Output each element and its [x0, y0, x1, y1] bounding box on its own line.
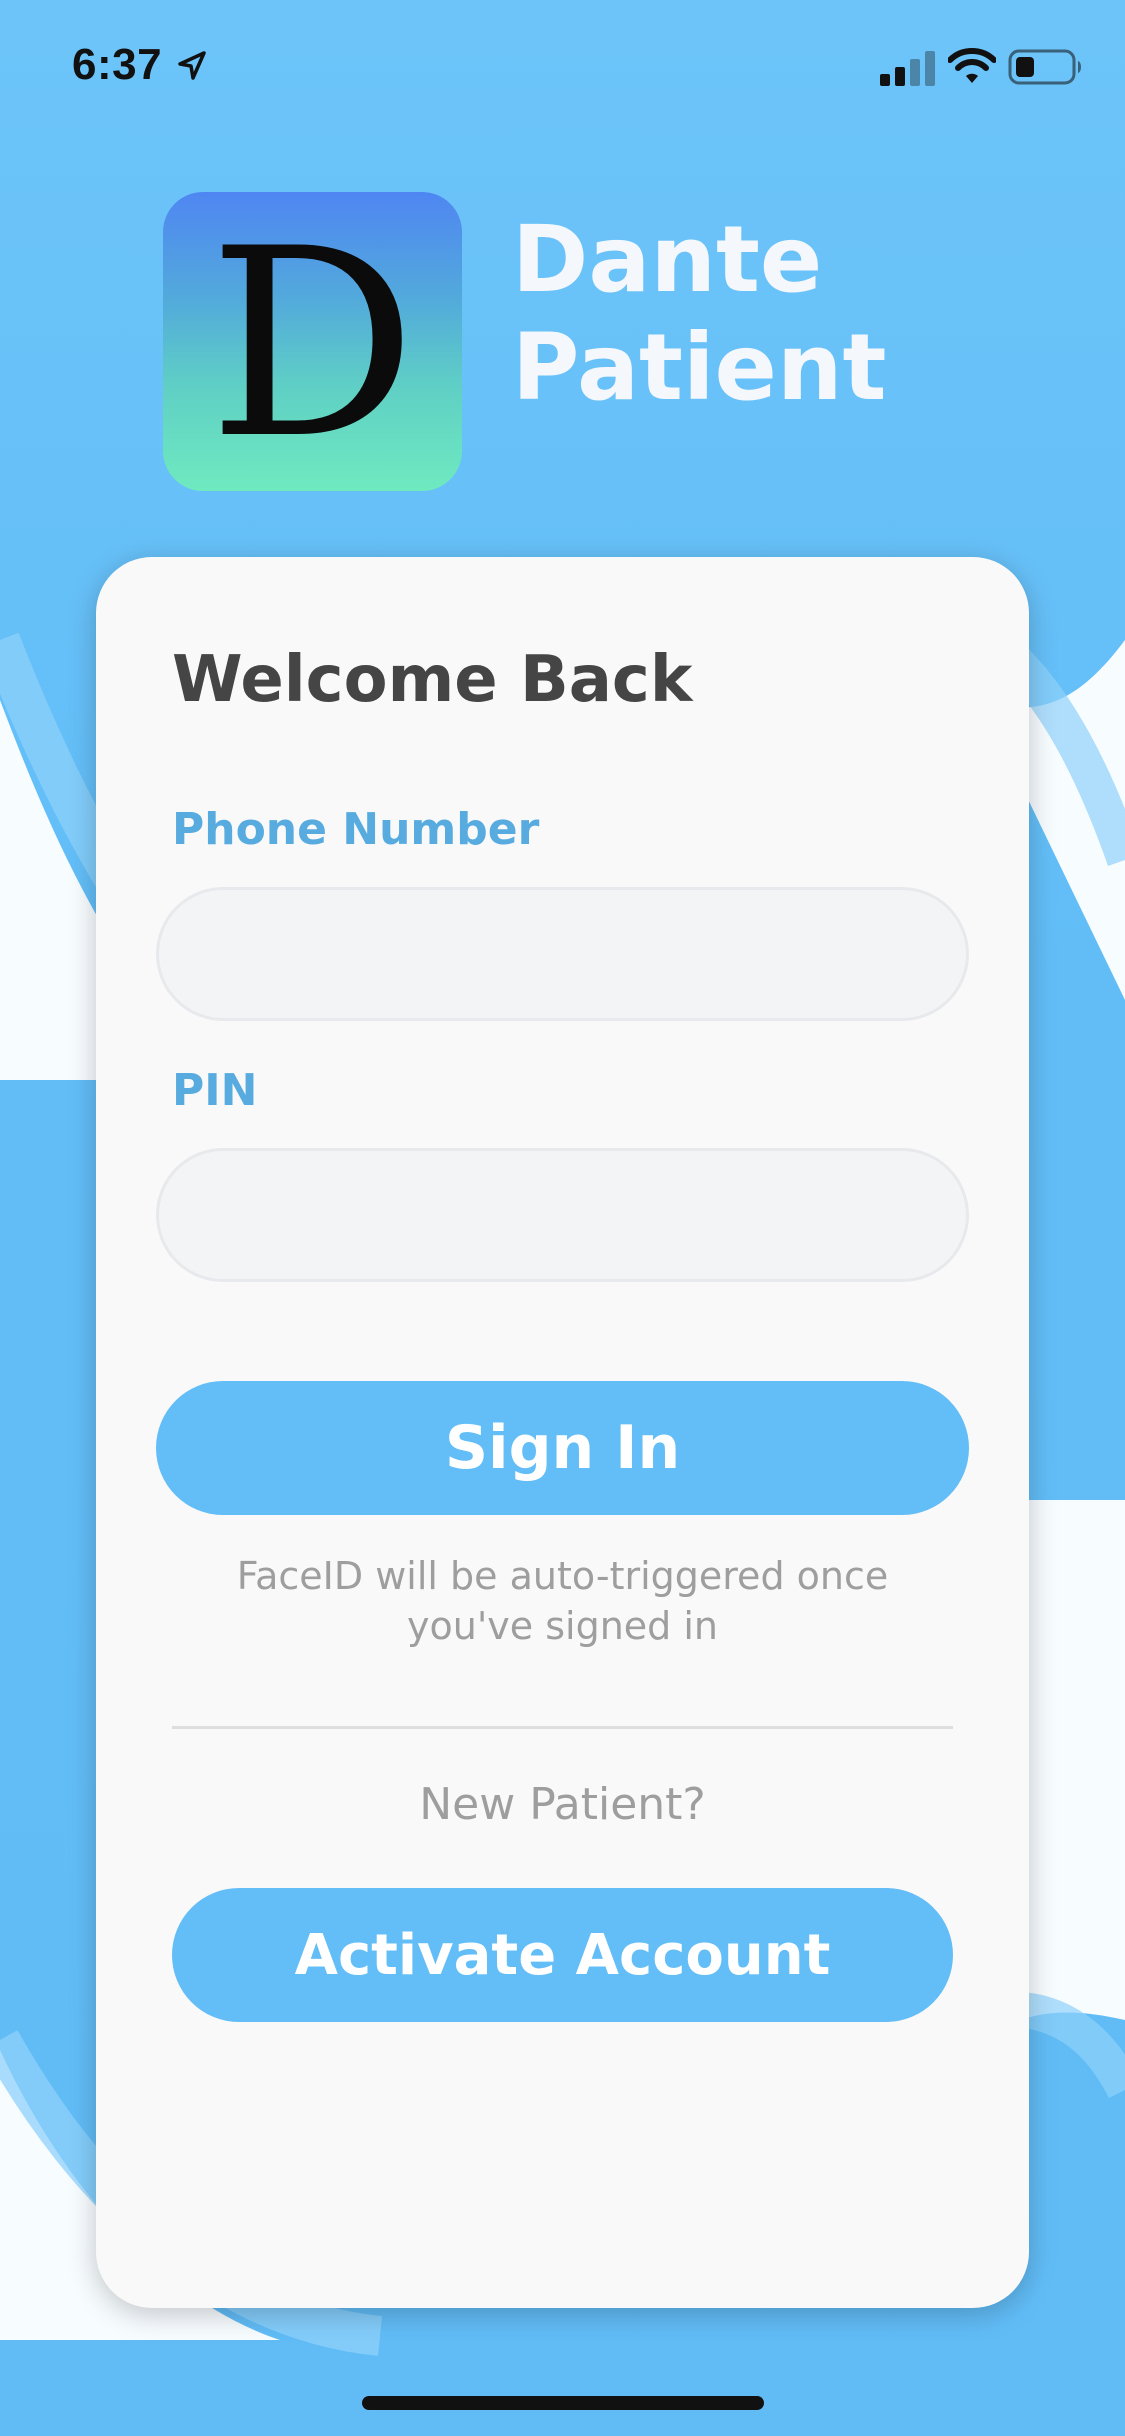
new-patient-text: New Patient? — [419, 1779, 706, 1830]
status-bar: 6:37 — [0, 0, 1125, 135]
battery-icon — [1008, 49, 1081, 85]
login-card: Welcome Back Phone Number PIN Sign In Fa… — [96, 557, 1029, 2308]
faceid-note: FaceID will be auto-triggered once you'v… — [236, 1554, 889, 1648]
wifi-icon — [948, 48, 996, 83]
app-name-line1: Dante — [512, 206, 823, 313]
card-title: Welcome Back — [172, 643, 693, 717]
activate-account-button[interactable]: Activate Account — [172, 1888, 953, 2022]
app-name: Dante Patient — [512, 206, 1032, 422]
app-name-line2: Patient — [512, 314, 887, 421]
phone-number-label: Phone Number — [172, 804, 540, 855]
home-indicator[interactable] — [362, 2396, 764, 2410]
divider — [172, 1726, 953, 1729]
app-logo-letter: D — [208, 193, 417, 491]
pin-label: PIN — [172, 1065, 258, 1116]
location-arrow-icon — [178, 51, 206, 80]
app-logo: D — [163, 192, 462, 491]
cellular-signal-icon — [880, 51, 935, 86]
status-time: 6:37 — [72, 40, 163, 89]
phone-number-input[interactable] — [156, 887, 969, 1021]
login-screen: 6:37 D Dante Patient Welcome Back Phone … — [0, 0, 1125, 2436]
pin-input[interactable] — [156, 1148, 969, 1282]
sign-in-button[interactable]: Sign In — [156, 1381, 969, 1515]
